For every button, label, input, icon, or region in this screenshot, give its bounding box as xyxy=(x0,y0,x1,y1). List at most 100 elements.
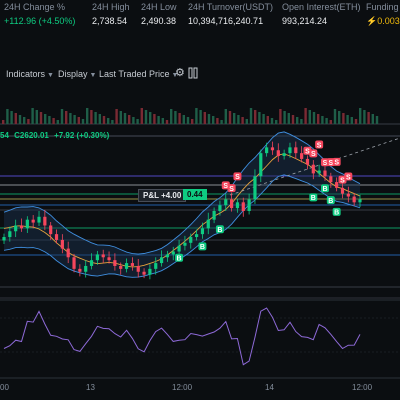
volume-bar xyxy=(149,112,152,124)
display-menu[interactable]: Display ▼ xyxy=(58,69,96,79)
stat-label: 24H Turnover(USDT) xyxy=(188,2,274,12)
volume-bar xyxy=(77,117,80,124)
trade-marker-label: S xyxy=(346,174,351,181)
volume-bar xyxy=(157,116,160,124)
chevron-down-icon: ▼ xyxy=(89,72,97,79)
candle-body xyxy=(183,242,187,246)
volume-bar xyxy=(359,108,362,124)
candle-body xyxy=(78,268,82,272)
position-pnl-label[interactable]: P&L +4.00 xyxy=(138,189,187,202)
volume-bar xyxy=(262,114,265,124)
candle-body xyxy=(352,196,356,203)
position-pnl-value: 0.44 xyxy=(183,189,207,200)
candle-body xyxy=(282,153,286,157)
candle-body xyxy=(95,254,99,261)
x-axis-tick: 12:00 xyxy=(352,383,373,392)
volume-bar xyxy=(203,112,206,124)
volume-bar xyxy=(65,111,68,124)
candle-body xyxy=(335,182,339,188)
candle-body xyxy=(89,260,94,266)
volume-bar xyxy=(325,118,328,124)
volume-bar xyxy=(329,120,332,124)
candle-body xyxy=(148,268,152,275)
candle-body xyxy=(66,248,70,258)
volume-bar xyxy=(304,108,307,124)
candle-body xyxy=(288,147,292,154)
volume-bar xyxy=(35,110,38,124)
trade-marker-label: S xyxy=(235,174,240,181)
stat-value: 2,490.38 xyxy=(141,16,177,26)
candle-body xyxy=(218,205,222,211)
volume-bar xyxy=(224,109,227,124)
volume-bar xyxy=(174,111,177,124)
candle-body xyxy=(247,199,251,211)
volume-bar xyxy=(241,117,244,124)
candle-body xyxy=(241,202,245,211)
candle-body xyxy=(305,158,310,165)
trade-marker-label: B xyxy=(328,198,333,205)
candle-body xyxy=(358,199,362,203)
chevron-down-icon: ▼ xyxy=(47,72,54,79)
stat-3: 24H Turnover(USDT) 10,394,716,240.71 xyxy=(188,2,273,26)
candle-body xyxy=(265,147,269,154)
volume-bar xyxy=(300,119,303,124)
volume-bar xyxy=(60,109,64,124)
volume-bar xyxy=(98,114,101,124)
volume-bar xyxy=(140,108,143,124)
candle-body xyxy=(323,170,327,177)
stat-value: 2,738.54 xyxy=(92,16,128,26)
gear-icon[interactable]: ⚙ xyxy=(175,66,185,79)
volume-bar xyxy=(86,108,89,124)
candle-body xyxy=(346,193,350,197)
stat-1: 24H High 2,738.54 xyxy=(92,2,130,26)
candle-body xyxy=(37,216,41,223)
candle-body xyxy=(19,225,24,229)
volume-bar xyxy=(170,109,173,124)
volume-bar xyxy=(312,112,316,124)
volume-bar xyxy=(128,115,131,124)
candle-body xyxy=(340,187,345,194)
candle-body xyxy=(189,237,193,243)
trade-marker-label: S xyxy=(229,186,234,193)
stat-4: Open Interest(ETH) 993,214.24 xyxy=(282,2,361,26)
candle-body xyxy=(259,153,263,177)
volume-bar xyxy=(48,116,51,124)
candle-body xyxy=(2,237,6,241)
trade-marker-label: B xyxy=(200,244,205,251)
candle-body xyxy=(54,234,59,240)
stat-label: Funding Ra xyxy=(366,2,400,12)
candle-body xyxy=(31,219,35,223)
indicators-label: Indicators xyxy=(6,69,46,79)
candle-body xyxy=(159,257,164,264)
volume-bar xyxy=(73,115,76,124)
trade-marker-label: B xyxy=(334,210,339,217)
price-type-menu[interactable]: Last Traded Price ▼ xyxy=(99,69,178,79)
trade-marker-label: S xyxy=(311,151,316,158)
volume-bar xyxy=(270,118,274,124)
trade-marker-label: B xyxy=(322,186,327,193)
candle-body xyxy=(136,265,140,272)
stat-5: Funding Ra ⚡0.0032 xyxy=(366,2,400,27)
trade-marker-label: B xyxy=(177,256,182,263)
compare-icon[interactable] xyxy=(188,67,198,81)
trade-marker-label: B xyxy=(311,195,316,202)
volume-bar xyxy=(363,110,366,124)
price-type-label: Last Traded Price xyxy=(99,69,170,79)
volume-bar xyxy=(123,113,127,124)
volume-bar xyxy=(178,113,181,124)
volume-bar xyxy=(144,110,148,124)
candle-body xyxy=(72,257,76,269)
stat-label: 24H Change % xyxy=(4,2,66,12)
volume-bar xyxy=(228,111,232,124)
volume-bar xyxy=(2,120,5,124)
x-axis-tick: 00 xyxy=(0,383,9,392)
candle-body xyxy=(84,265,88,272)
volume-bar xyxy=(90,110,93,124)
volume-bar xyxy=(207,114,211,124)
volume-bar xyxy=(153,114,156,124)
volume-bar xyxy=(338,111,341,124)
chart-toolbar: Indicators ▼ Display ▼ Last Traded Price ▼ … xyxy=(0,64,400,84)
indicators-menu[interactable]: Indicators ▼ xyxy=(6,69,54,79)
trade-marker-label: S xyxy=(317,142,322,149)
stat-value: +112.96 (+4.50%) xyxy=(4,16,76,26)
